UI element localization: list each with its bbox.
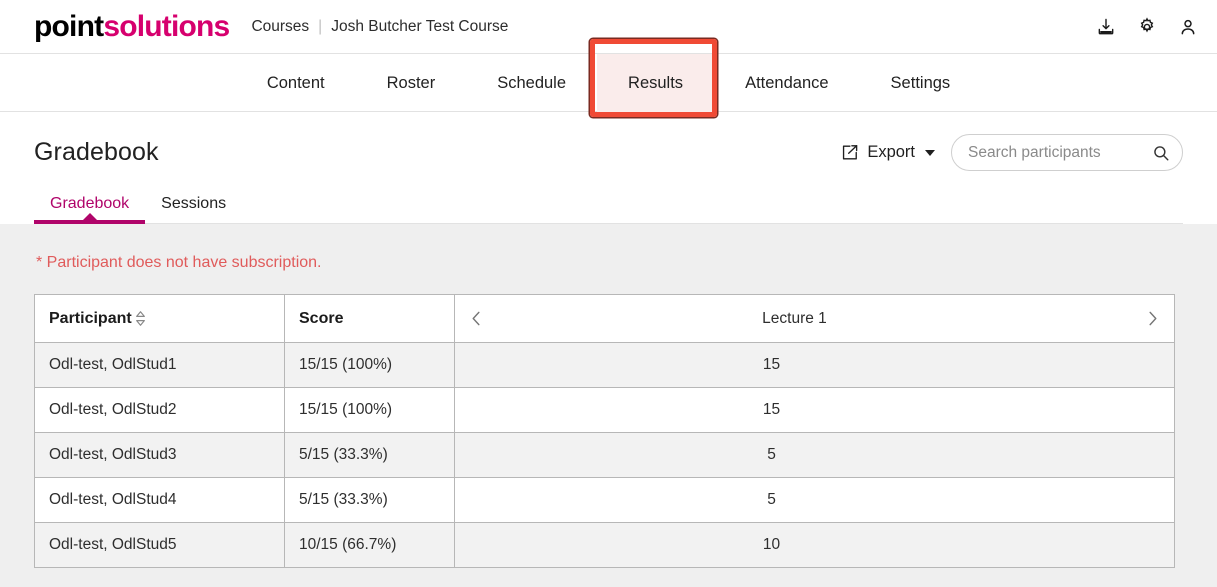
- page-header-tools: Export: [838, 134, 1183, 171]
- page-title-row: Gradebook Export: [34, 112, 1183, 171]
- pointsolutions-logo[interactable]: pointsolutions: [34, 9, 230, 43]
- share-export-icon: [840, 143, 859, 162]
- topbar-icon-group: [1095, 16, 1199, 38]
- column-header-participant[interactable]: Participant: [34, 294, 285, 343]
- chevron-left-icon[interactable]: [469, 309, 484, 328]
- breadcrumb: Courses | Josh Butcher Test Course: [251, 18, 508, 36]
- cell-score: 5/15 (33.3%): [284, 432, 455, 478]
- subtab-sessions-label: Sessions: [161, 195, 227, 212]
- top-header-bar: pointsolutions Courses | Josh Butcher Te…: [0, 0, 1217, 54]
- user-icon[interactable]: [1177, 16, 1199, 38]
- cell-participant: Odl-test, OdlStud3: [34, 432, 285, 478]
- table-row[interactable]: Odl-test, OdlStud1 15/15 (100%) 15: [34, 342, 1175, 388]
- breadcrumb-course-name: Josh Butcher Test Course: [331, 17, 509, 35]
- logo-text-solutions: solutions: [103, 9, 230, 43]
- search-input[interactable]: [951, 134, 1183, 171]
- active-tab-pointer-icon: [81, 213, 98, 221]
- cell-session-value: 5: [454, 432, 1175, 478]
- download-icon[interactable]: [1095, 16, 1117, 38]
- search-participants-field[interactable]: [951, 134, 1183, 171]
- column-header-score[interactable]: Score: [284, 294, 455, 343]
- export-button-label: Export: [867, 143, 915, 161]
- cell-participant: Odl-test, OdlStud2: [34, 387, 285, 433]
- cell-session-value: 15: [454, 387, 1175, 433]
- sort-updown-icon[interactable]: [134, 310, 147, 327]
- table-row[interactable]: Odl-test, OdlStud3 5/15 (33.3%) 5: [34, 432, 1175, 478]
- cell-score: 15/15 (100%): [284, 342, 455, 388]
- table-row[interactable]: Odl-test, OdlStud2 15/15 (100%) 15: [34, 387, 1175, 433]
- cell-score: 10/15 (66.7%): [284, 522, 455, 568]
- table-header-row: Participant Score Lecture 1: [34, 294, 1175, 343]
- cell-session-value: 10: [454, 522, 1175, 568]
- page-header-area: Gradebook Export Search participants Gra…: [0, 112, 1217, 224]
- gradebook-table-body: Odl-test, OdlStud1 15/15 (100%) 15 Odl-t…: [34, 342, 1175, 568]
- cell-score: 15/15 (100%): [284, 387, 455, 433]
- nav-tab-roster[interactable]: Roster: [356, 54, 467, 112]
- nav-tab-schedule[interactable]: Schedule: [466, 54, 597, 112]
- gradebook-content-area: * Participant does not have subscription…: [0, 224, 1217, 587]
- nav-tab-results[interactable]: Results: [597, 53, 715, 112]
- subtab-sessions[interactable]: Sessions: [145, 187, 242, 223]
- gear-icon[interactable]: [1136, 16, 1158, 38]
- page-title: Gradebook: [34, 138, 159, 166]
- logo-text-point: point: [34, 9, 104, 43]
- cell-session-value: 5: [454, 477, 1175, 523]
- nav-tab-settings[interactable]: Settings: [860, 54, 982, 112]
- breadcrumb-courses-link[interactable]: Courses: [251, 18, 309, 36]
- nav-tab-attendance[interactable]: Attendance: [714, 54, 859, 112]
- subtab-gradebook-label: Gradebook: [50, 195, 130, 212]
- column-header-score-label: Score: [299, 309, 344, 327]
- gradebook-table: Participant Score Lecture 1 Odl-test, Od…: [34, 294, 1175, 568]
- export-button[interactable]: Export: [838, 139, 937, 166]
- column-header-session: Lecture 1: [454, 294, 1175, 343]
- table-row[interactable]: Odl-test, OdlStud4 5/15 (33.3%) 5: [34, 477, 1175, 523]
- nav-tab-content[interactable]: Content: [236, 54, 356, 112]
- table-row[interactable]: Odl-test, OdlStud5 10/15 (66.7%) 10: [34, 522, 1175, 568]
- cell-score: 5/15 (33.3%): [284, 477, 455, 523]
- subscription-notice: * Participant does not have subscription…: [36, 254, 322, 271]
- cell-participant: Odl-test, OdlStud1: [34, 342, 285, 388]
- sub-tabs: Gradebook Sessions: [34, 187, 1183, 224]
- column-header-participant-label: Participant: [49, 309, 132, 327]
- breadcrumb-separator: |: [318, 17, 323, 35]
- cell-participant: Odl-test, OdlStud4: [34, 477, 285, 523]
- main-navigation-tabs: Content Roster Schedule Results Attendan…: [0, 53, 1217, 112]
- chevron-right-icon[interactable]: [1145, 309, 1160, 328]
- main-nav-items: Content Roster Schedule Results Attendan…: [236, 53, 982, 112]
- cell-participant: Odl-test, OdlStud5: [34, 522, 285, 568]
- chevron-down-icon: [925, 149, 935, 156]
- cell-session-value: 15: [454, 342, 1175, 388]
- search-icon[interactable]: [1152, 144, 1170, 162]
- gradebook-table-head: Participant Score Lecture 1: [34, 294, 1175, 343]
- subtab-gradebook[interactable]: Gradebook: [34, 187, 146, 224]
- session-column-name[interactable]: Lecture 1: [484, 310, 1145, 328]
